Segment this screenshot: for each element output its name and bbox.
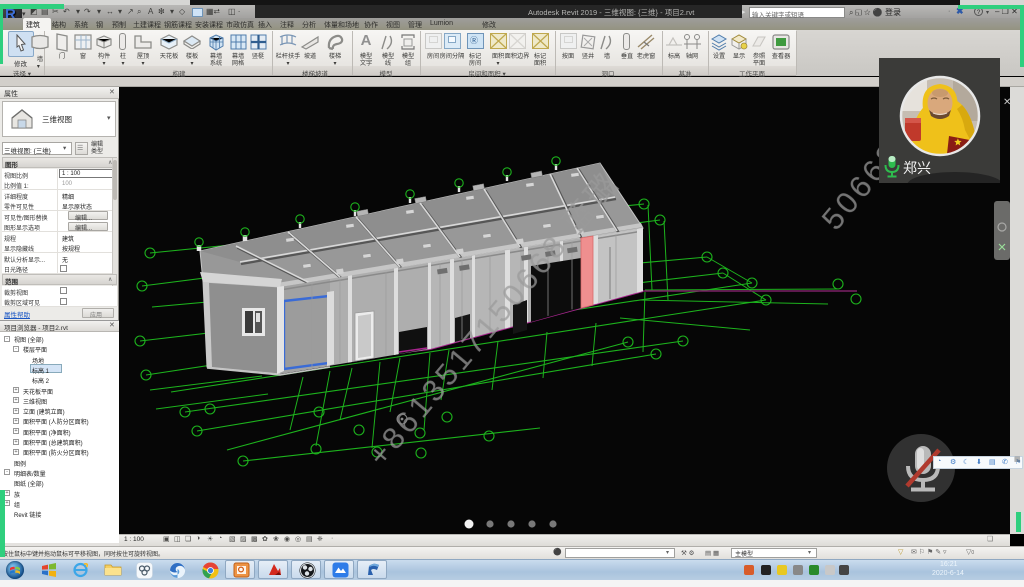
svg-text:✕: ✕ (1003, 97, 1010, 108)
